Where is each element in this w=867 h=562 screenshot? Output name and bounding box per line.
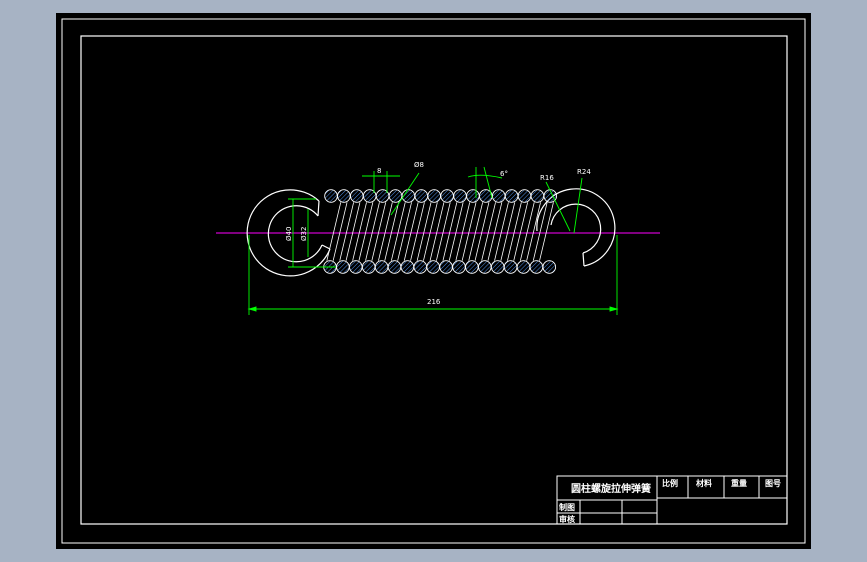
dim-diameter-inner: Ø32 — [300, 227, 308, 241]
coil-section-bottom — [465, 260, 479, 274]
coil-section-top — [517, 189, 532, 203]
title-block-material: 材料 — [696, 478, 712, 488]
helix-line — [397, 202, 412, 261]
dim-diameter-outer: Ø40 — [285, 227, 293, 241]
coil-section-bottom — [349, 260, 363, 274]
helix-line — [507, 202, 522, 261]
coil-section-bottom — [336, 260, 350, 274]
helix-line — [384, 202, 400, 261]
coil-section-bottom — [516, 260, 531, 274]
coil-section-top — [504, 189, 519, 203]
helix-line — [526, 202, 541, 261]
helix-line — [455, 202, 471, 261]
helix-line — [494, 202, 509, 261]
coil-lines — [326, 202, 554, 261]
coil-section-top — [350, 189, 364, 203]
helix-line — [339, 202, 355, 261]
dim-angle: 6° — [500, 170, 508, 178]
spring-drawing-canvas: 8 Ø8 6° R16 R24 Ø40 Ø32 216 圆柱螺旋拉伸弹簧 比例 … — [61, 18, 806, 544]
helix-line — [403, 202, 419, 261]
drawing-frame — [80, 35, 788, 525]
coil-section-top — [466, 189, 480, 203]
dim-length: 216 — [427, 298, 441, 306]
helix-line — [519, 202, 535, 261]
coil-section-bottom — [452, 260, 466, 274]
title-block-drawing-no: 图号 — [765, 478, 781, 488]
helix-line — [513, 202, 529, 261]
title-block-weight: 重量 — [731, 478, 747, 488]
coil-section-top — [530, 189, 545, 203]
coil-section-bottom — [387, 260, 402, 274]
helix-line — [378, 202, 393, 261]
helix-line — [345, 202, 361, 261]
coil-section-top — [414, 189, 429, 203]
coil-sections-top — [324, 189, 558, 203]
title-block-scale: 比例 — [662, 478, 678, 488]
helix-line — [500, 202, 516, 261]
helix-line — [468, 202, 484, 261]
helix-line — [410, 202, 425, 261]
helix-line — [423, 202, 438, 261]
helix-line — [358, 202, 374, 261]
coil-section-bottom — [503, 260, 518, 274]
helix-line — [371, 202, 387, 261]
coil-section-bottom — [374, 260, 389, 274]
title-block-title: 圆柱螺旋拉伸弹簧 — [571, 482, 651, 495]
coil-section-top — [324, 189, 338, 203]
coil-section-top — [337, 189, 351, 203]
coil-section-bottom — [400, 260, 415, 274]
cad-viewport[interactable]: 8 Ø8 6° R16 R24 Ø40 Ø32 216 圆柱螺旋拉伸弹簧 比例 … — [56, 13, 811, 549]
coil-section-bottom — [413, 260, 428, 274]
helix-line — [326, 202, 342, 261]
coil-section-top — [453, 189, 467, 203]
helix-line — [448, 202, 464, 261]
title-block-checked: 审核 — [559, 514, 575, 524]
helix-line — [481, 202, 496, 261]
coil-section-bottom — [439, 260, 453, 274]
helix-line — [352, 202, 367, 261]
helix-line — [365, 202, 380, 261]
dim-wire-diameter: Ø8 — [414, 161, 424, 169]
title-block-drawn: 制图 — [559, 502, 575, 512]
helix-line — [429, 202, 445, 261]
helix-line — [539, 202, 554, 261]
helix-line — [487, 202, 503, 261]
coil-section-bottom — [490, 260, 505, 274]
coil-section-bottom — [478, 260, 492, 274]
helix-line — [442, 202, 458, 261]
helix-line — [435, 202, 451, 261]
coil-section-bottom — [426, 260, 440, 274]
helix-line — [474, 202, 490, 261]
helix-line — [416, 202, 432, 261]
coil-section-top — [427, 189, 441, 203]
dim-pitch: 8 — [377, 167, 381, 175]
coil-sections-bottom — [323, 260, 557, 274]
helix-line — [332, 202, 348, 261]
dim-radius-outer: R24 — [577, 168, 591, 176]
coil-section-bottom — [529, 260, 544, 274]
sheet-border — [61, 18, 806, 544]
coil-section-top — [440, 189, 454, 203]
dim-radius-inner: R16 — [540, 174, 554, 182]
helix-line — [461, 202, 477, 261]
coil-section-bottom — [361, 260, 376, 274]
coil-section-top — [491, 189, 506, 203]
coil-section-bottom — [542, 260, 557, 274]
coil-section-top — [388, 189, 403, 203]
